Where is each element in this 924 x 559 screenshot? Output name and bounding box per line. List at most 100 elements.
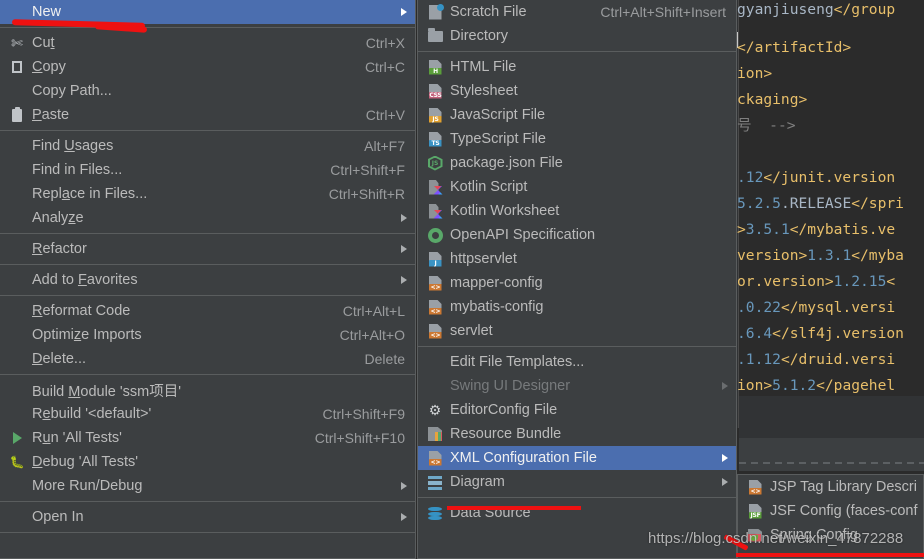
context-menu[interactable]: New ✄ Cut Ctrl+X Copy Ctrl+C Copy Path... Paste… [0,0,416,559]
menu-item-label: HTML File [450,59,517,75]
new-item-stylesheet[interactable]: CSS Stylesheet [418,79,736,103]
no-icon [424,354,446,370]
menu-item-label: Find Usages [32,138,114,154]
menu-item-find-usages[interactable]: Find Usages Alt+F7 [0,134,415,158]
new-submenu[interactable]: Scratch File Ctrl+Alt+Shift+Insert Directo… [417,0,737,559]
file-type-badge: JSF [748,511,762,519]
menu-item-shortcut: Ctrl+Shift+R [328,186,405,202]
file-type-badge: <> [748,487,762,495]
no-icon [424,378,446,394]
new-item-html-file[interactable]: H HTML File [418,55,736,79]
menu-item-reformat-code[interactable]: Reformat Code Ctrl+Alt+L [0,299,415,323]
new-item-scratch-file[interactable]: Scratch File Ctrl+Alt+Shift+Insert [418,0,736,24]
ts-file-icon: TS [424,131,446,147]
new-item-data-source[interactable]: Data Source [418,501,736,525]
menu-item-label: Stylesheet [450,83,518,99]
debug-icon: 🐛 [9,455,25,469]
new-item-kotlin-script[interactable]: Kotlin Script [418,175,736,199]
code-line: .12</junit.version [737,169,896,186]
no-icon [6,4,28,20]
new-item-kotlin-worksheet[interactable]: Kotlin Worksheet [418,199,736,223]
new-item-mapper-config[interactable]: <> mapper-config [418,271,736,295]
new-item-resource-bundle[interactable]: Resource Bundle [418,422,736,446]
menu-item-replace-in-files[interactable]: Replace in Files... Ctrl+Shift+R [0,182,415,206]
no-icon [6,138,28,154]
chevron-right-icon [401,214,407,222]
menu-item-open-in[interactable]: Open In [0,505,415,529]
screenshot-root: gyanjiuseng</group </artifactId> ion> ckagi… [0,0,924,559]
new-item-edit-file-templates[interactable]: Edit File Templates... [418,350,736,374]
menu-item-shortcut: Ctrl+Alt+L [342,303,405,319]
chevron-right-icon [401,513,407,521]
code-line: >3.5.1</mybatis.ve [737,221,896,238]
menu-separator [0,501,415,502]
chevron-right-icon [722,478,728,486]
new-item-diagram[interactable]: Diagram [418,470,736,494]
menu-item-add-to-favorites[interactable]: Add to Favorites [0,268,415,292]
editor-blank-strip [739,396,924,438]
new-item-mybatis-config[interactable]: <> mybatis-config [418,295,736,319]
menu-item-label: mybatis-config [450,299,544,315]
no-icon [6,351,28,367]
menu-item-cut[interactable]: ✄ Cut Ctrl+X [0,31,415,55]
menu-item-label: Kotlin Script [450,179,528,195]
no-icon [6,210,28,226]
diagram-icon [424,474,446,490]
menu-item-label: Refactor [32,241,87,257]
copy-icon [6,59,28,75]
menu-item-optimize-imports[interactable]: Optimize Imports Ctrl+Alt+O [0,323,415,347]
menu-item-label: Directory [450,28,509,44]
menu-separator [418,497,736,498]
new-item-package-json-file[interactable]: package.json File [418,151,736,175]
new-item-javascript-file[interactable]: JS JavaScript File [418,103,736,127]
menu-item-more-run-debug[interactable]: More Run/Debug [0,474,415,498]
new-item-xml-configuration-file[interactable]: <> XML Configuration File [418,446,736,470]
menu-item-shortcut: Ctrl+Alt+O [339,327,405,343]
menu-item-label: Diagram [450,474,505,490]
new-item-openapi-specification[interactable]: OpenAPI Specification [418,223,736,247]
menu-item-shortcut: Ctrl+Shift+F9 [322,406,405,422]
no-icon [6,272,28,288]
scissors-icon: ✄ [11,35,23,51]
menu-item-debug-all-tests[interactable]: 🐛 Debug 'All Tests' [0,450,415,474]
html-file-icon: H [424,59,446,75]
menu-item-label: Build Module 'ssm项目' [32,383,181,400]
menu-item-copy-path[interactable]: Copy Path... [0,79,415,103]
menu-item-find-in-files[interactable]: Find in Files... Ctrl+Shift+F [0,158,415,182]
openapi-icon [424,227,446,243]
menu-item-label: Debug 'All Tests' [32,454,139,470]
new-item-swing-ui-designer[interactable]: Swing UI Designer [418,374,736,398]
menu-item-run-all-tests[interactable]: Run 'All Tests' Ctrl+Shift+F10 [0,426,415,450]
chevron-right-icon [722,382,728,390]
code-line: gyanjiuseng</group [737,1,896,18]
menu-item-delete[interactable]: Delete... Delete [0,347,415,371]
xml-item-jsp-tag-library-descri[interactable]: <> JSP Tag Library Descri [738,475,923,499]
menu-item-rebuild-default[interactable]: Rebuild '<default>' Ctrl+Shift+F9 [0,402,415,426]
folder-icon [424,27,446,44]
new-item-directory[interactable]: Directory [418,24,736,48]
menu-item-label: Edit File Templates... [450,354,585,370]
new-item-typescript-file[interactable]: TS TypeScript File [418,127,736,151]
menu-item-shortcut: Ctrl+C [364,59,405,75]
menu-item-copy[interactable]: Copy Ctrl+C [0,55,415,79]
gear-icon: ⚙ [428,402,442,418]
xml-file-icon: <> [424,323,446,339]
menu-item-build-module-ssm[interactable]: Build Module 'ssm项目' [0,378,415,402]
menu-item-label: Copy Path... [32,83,112,99]
menu-separator [0,264,415,265]
xml-item-jsf-config-faces-conf[interactable]: JSF JSF Config (faces-conf [738,499,923,523]
menu-item-label: JSF Config (faces-conf [770,503,918,519]
menu-item-shortcut: Ctrl+Shift+F10 [314,430,405,446]
menu-item-label: httpservlet [450,251,517,267]
new-item-servlet[interactable]: <> servlet [418,319,736,343]
menu-separator [418,346,736,347]
new-item-editorconfig-file[interactable]: ⚙ EditorConfig File [418,398,736,422]
menu-item-analyze[interactable]: Analyze [0,206,415,230]
new-item-httpservlet[interactable]: Jhttpservlet [418,247,736,271]
menu-item-shortcut: Ctrl+V [365,107,405,123]
menu-item-paste[interactable]: Paste Ctrl+V [0,103,415,127]
menu-item-refactor[interactable]: Refactor [0,237,415,261]
no-icon [6,478,28,494]
no-icon [6,83,28,99]
code-line: ckaging> [737,91,808,108]
